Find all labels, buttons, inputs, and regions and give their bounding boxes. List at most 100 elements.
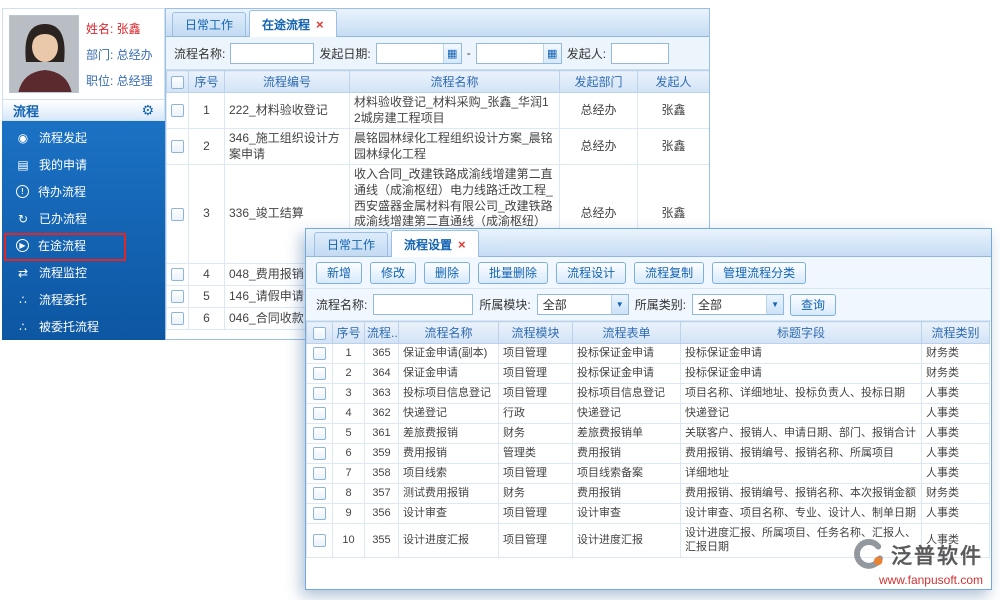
process-name-label: 流程名称: [316, 298, 368, 312]
w2-table-area: 序号 流程... 流程名称 流程模块 流程表单 标题字段 流程类别 1 365 保证金申请(副本)… [306, 321, 991, 589]
column-header[interactable]: 流程类别 [921, 321, 990, 344]
chevron-down-icon[interactable]: ▼ [610, 295, 628, 314]
row-checkbox[interactable] [171, 289, 184, 303]
table-row[interactable]: 3 363 投标项目信息登记 项目管理 投标项目信息登记 项目名称、详细地址、投标负责人、… [306, 383, 990, 404]
w1-filterbar: 流程名称: 发起日期: ▦ - ▦ 发起人: [166, 37, 709, 70]
select-all-checkbox[interactable] [171, 75, 184, 89]
table-row[interactable]: 6 359 费用报销 管理类 费用报销 费用报销、报销编号、报销名称、所属项目 人事类 [306, 443, 990, 464]
select-all-checkbox[interactable] [313, 326, 326, 340]
row-checkbox[interactable] [313, 426, 326, 440]
column-header[interactable]: 流程表单 [572, 321, 681, 344]
column-header[interactable]: 流程... [364, 321, 399, 344]
table-row[interactable]: 7 358 项目线索 项目管理 项目线索备案 详细地址 人事类 [306, 463, 990, 484]
row-checkbox[interactable] [313, 386, 326, 400]
batch-delete-button[interactable]: 批量删除 [478, 261, 549, 284]
menu-item-label: 待办流程 [38, 185, 87, 199]
start-date-from-input[interactable]: ▦ [375, 42, 462, 64]
date-range-separator: - [466, 46, 471, 60]
tab-daily-work[interactable]: 日常工作 [314, 232, 389, 256]
tab-daily-work[interactable]: 日常工作 [172, 12, 247, 36]
tab-intransit-process[interactable]: 在途流程 × [249, 10, 337, 37]
delete-button[interactable]: 删除 [424, 261, 471, 284]
menu-my-applications[interactable]: ▤ 我的申请 [2, 151, 165, 178]
start-date-to-input[interactable]: ▦ [475, 42, 562, 64]
query-button[interactable]: 查询 [790, 293, 837, 316]
category-select[interactable]: 全部 ▼ [692, 294, 785, 315]
row-checkbox[interactable] [313, 486, 326, 500]
table-cell: 人事类 [921, 423, 990, 444]
menu-process-initiate[interactable]: ◉ 流程发起 [2, 124, 165, 151]
process-name-input[interactable] [230, 42, 315, 64]
row-checkbox[interactable] [171, 140, 184, 154]
module-select[interactable]: 全部 ▼ [536, 294, 629, 315]
menu-pending-processes[interactable]: ! 待办流程 [2, 178, 165, 205]
column-header[interactable]: 发起人 [637, 70, 709, 93]
gear-icon[interactable]: ⚙ [141, 102, 154, 119]
table-cell: 8 [332, 483, 365, 504]
row-checkbox[interactable] [171, 104, 184, 118]
table-cell: 快递登记 [398, 403, 499, 424]
table-row[interactable]: 4 362 快递登记 行政 快递登记 快递登记 人事类 [306, 403, 990, 424]
column-header[interactable]: 标题字段 [680, 321, 922, 344]
table-row[interactable]: 8 357 测试费用报销 财务 费用报销 费用报销、报销编号、报销名称、本次报销金额 财务类 [306, 483, 990, 504]
table-row[interactable]: 2 346_施工组织设计方案申请 晨铭园林绿化工程组织设计方案_晨铭园林绿化工程 总经… [166, 128, 709, 166]
calendar-icon[interactable]: ▦ [542, 43, 561, 63]
column-header[interactable]: 流程名称 [398, 321, 499, 344]
process-name-input[interactable] [373, 294, 474, 315]
process-copy-button[interactable]: 流程复制 [634, 261, 705, 284]
row-checkbox[interactable] [313, 366, 326, 380]
process-design-button[interactable]: 流程设计 [556, 261, 627, 284]
play-circle-icon: ▶ [16, 239, 29, 252]
menu-intransit-processes[interactable]: ▶ 在途流程 [2, 232, 165, 261]
column-header[interactable]: 流程名称 [349, 70, 560, 93]
menu-item-label: 我的申请 [39, 158, 88, 172]
chevron-down-icon[interactable]: ▼ [766, 295, 784, 314]
table-cell: 4 [332, 403, 365, 424]
table-cell: 4 [188, 262, 225, 286]
menu-delegated-processes[interactable]: ∴ 被委托流程 [2, 313, 165, 340]
module-selected-value: 全部 [542, 298, 567, 312]
table-cell: 保证金申请(副本) [398, 343, 499, 364]
table-cell: 6 [188, 306, 225, 330]
row-checkbox[interactable] [171, 267, 184, 281]
row-checkbox[interactable] [171, 207, 184, 221]
table-cell: 361 [364, 423, 399, 444]
menu-process-monitor[interactable]: ⇄ 流程监控 [2, 259, 165, 286]
table-cell: 362 [364, 403, 399, 424]
column-header[interactable]: 流程模块 [498, 321, 573, 344]
user-profile: 姓名: 张鑫 部门: 总经办 职位: 总经理 [2, 8, 165, 100]
row-checkbox[interactable] [313, 506, 326, 520]
column-header[interactable]: 发起部门 [559, 70, 638, 93]
row-checkbox[interactable] [313, 406, 326, 420]
modify-button[interactable]: 修改 [370, 261, 417, 284]
checkbox-cell [306, 403, 333, 424]
w2-toolbar: 新增 修改 删除 批量删除 流程设计 流程复制 管理流程分类 [306, 257, 991, 289]
calendar-icon[interactable]: ▦ [442, 43, 461, 63]
table-row[interactable]: 5 361 差旅费报销 财务 差旅费报销单 关联客户、报销人、申请日期、部门、报销合计 人事… [306, 423, 990, 444]
table-row[interactable]: 1 365 保证金申请(副本) 项目管理 投标保证金申请 投标保证金申请 财务类 [306, 343, 990, 364]
table-row[interactable]: 2 364 保证金申请 项目管理 投标保证金申请 投标保证金申请 财务类 [306, 363, 990, 384]
add-button[interactable]: 新增 [316, 261, 363, 284]
column-header[interactable]: 序号 [188, 70, 225, 93]
row-checkbox[interactable] [313, 533, 326, 547]
column-header[interactable]: 序号 [332, 321, 365, 344]
table-row[interactable]: 1 222_材料验收登记 材料验收登记_材料采购_张鑫_华润12城房建工程项目 总经办… [166, 91, 709, 130]
row-checkbox[interactable] [313, 446, 326, 460]
table-cell: 设计审查 [398, 503, 499, 524]
manage-process-category-button[interactable]: 管理流程分类 [712, 261, 807, 284]
column-header[interactable]: 流程编号 [224, 70, 350, 93]
tab-close-icon[interactable]: × [458, 238, 466, 251]
w1-tabbar: 日常工作 在途流程 × [166, 9, 709, 37]
tab-close-icon[interactable]: × [316, 18, 324, 31]
tab-process-settings[interactable]: 流程设置 × [391, 230, 479, 257]
row-checkbox[interactable] [313, 346, 326, 360]
table-row[interactable]: 9 356 设计审查 项目管理 设计审查 设计审查、项目名称、专业、设计人、制单日期 人事类 [306, 503, 990, 524]
menu-item-label: 流程发起 [39, 131, 88, 145]
module-label: 所属模块: [479, 298, 531, 312]
row-checkbox[interactable] [171, 311, 184, 325]
table-cell: 关联客户、报销人、申请日期、部门、报销合计 [680, 423, 922, 444]
row-checkbox[interactable] [313, 466, 326, 480]
menu-process-delegate[interactable]: ∴ 流程委托 [2, 286, 165, 313]
initiator-input[interactable] [611, 42, 670, 64]
menu-completed-processes[interactable]: ↻ 已办流程 [2, 205, 165, 232]
